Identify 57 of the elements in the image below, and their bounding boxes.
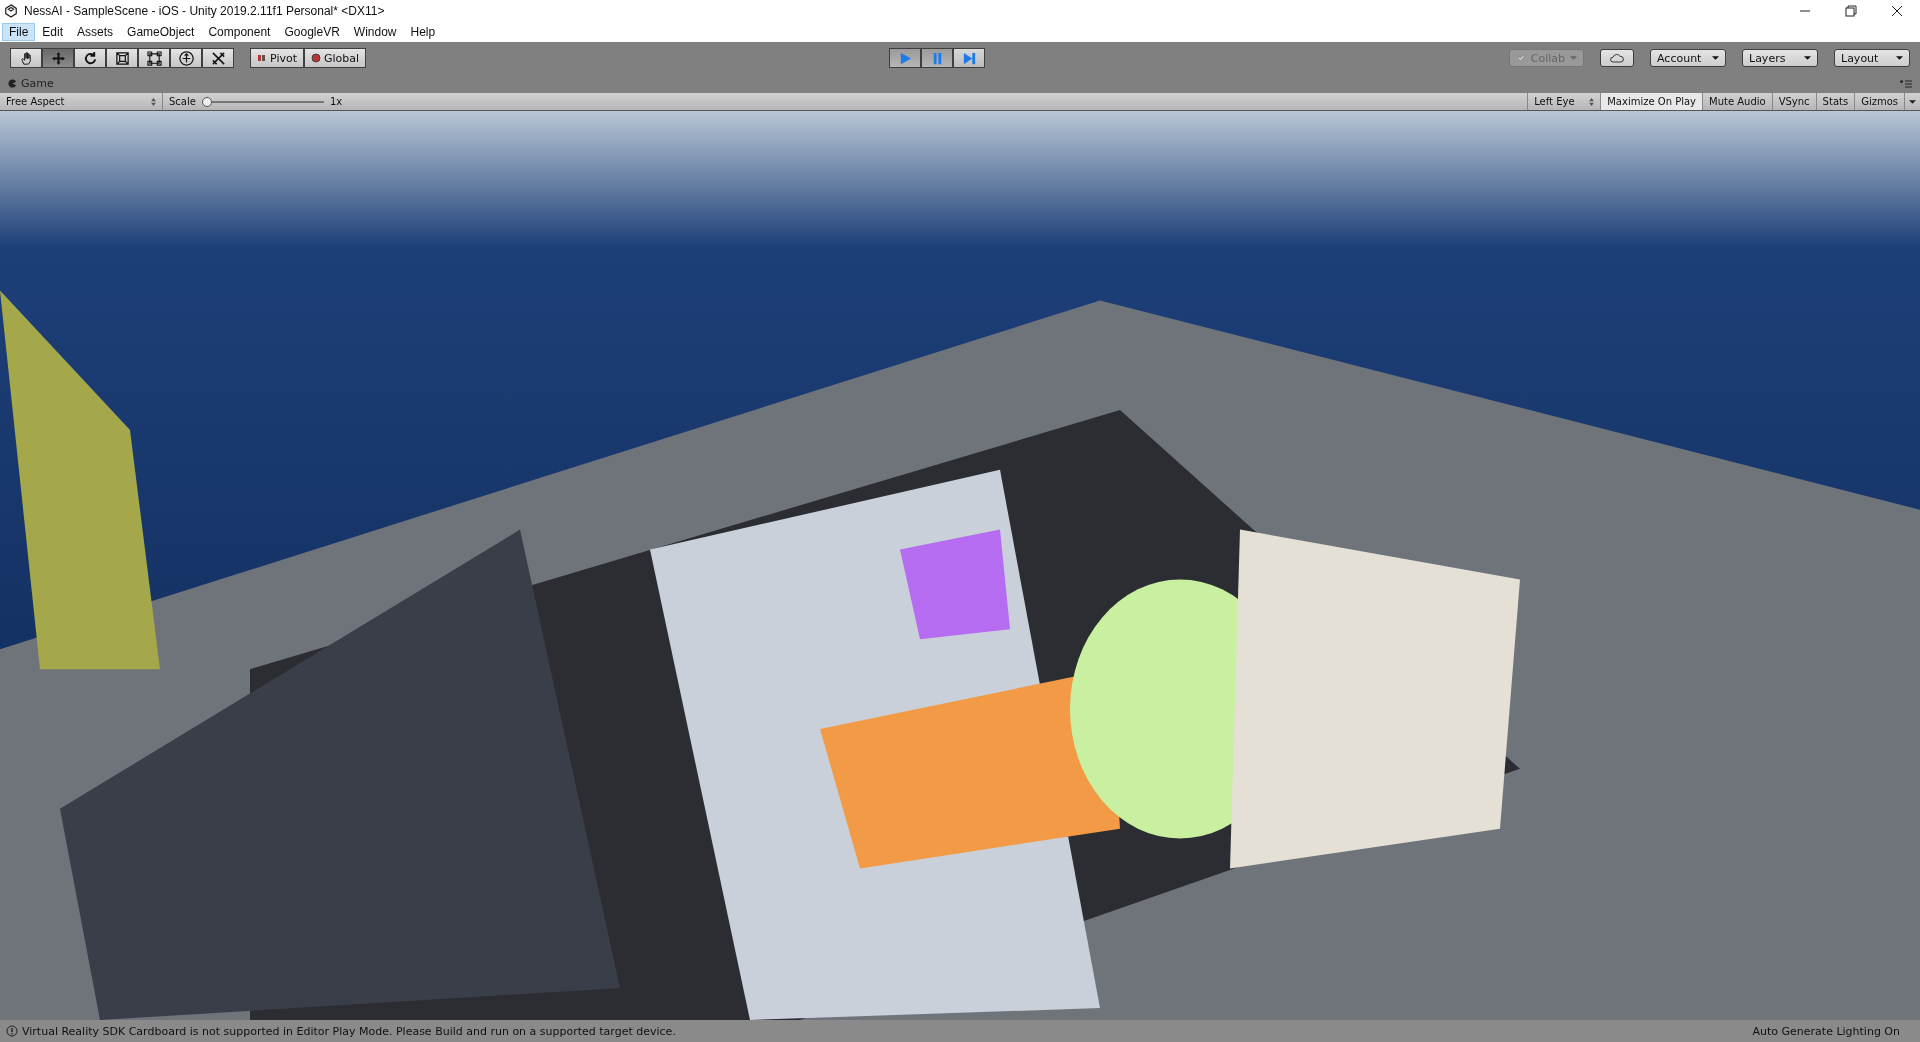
unity-logo-icon	[4, 4, 18, 18]
info-icon	[6, 1025, 18, 1037]
status-message: Virtual Reality SDK Cardboard is not supported in Editor Play Mode. Please Build and run on a supported target device.	[22, 1024, 676, 1038]
dropdown-button[interactable]: Layers	[1742, 49, 1818, 67]
scale-label: Scale	[168, 96, 197, 107]
menu-item[interactable]: Assets	[70, 23, 121, 41]
updown-icon	[1589, 97, 1595, 106]
move-tool-button[interactable]	[42, 48, 74, 68]
aspect-dropdown[interactable]: Free Aspect	[0, 93, 163, 110]
play-button[interactable]	[889, 48, 921, 68]
updown-icon	[151, 97, 156, 106]
toggle-button[interactable]: VSync	[1772, 93, 1817, 110]
menu-item[interactable]: Window	[346, 23, 404, 41]
dropdown-button[interactable]: Layout	[1834, 49, 1910, 67]
rotate-icon	[82, 50, 98, 66]
toggle-button[interactable]: Mute Audio	[1703, 93, 1773, 110]
toggle-button[interactable]: Maximize On Play	[1601, 93, 1703, 110]
rotate-tool-button[interactable]	[74, 48, 106, 68]
move-icon	[50, 50, 66, 66]
hand-tool-button[interactable]	[10, 48, 42, 68]
scale-icon	[114, 50, 130, 66]
menu-item[interactable]: GameObject	[120, 23, 202, 41]
step-button[interactable]	[953, 48, 985, 68]
pivot-icon	[257, 53, 267, 63]
rect-tool-button[interactable]	[138, 48, 170, 68]
transform-icon	[178, 50, 194, 66]
transform-tool-button[interactable]	[170, 48, 202, 68]
scale-tool-button[interactable]	[106, 48, 138, 68]
menu-item[interactable]: GoogleVR	[277, 23, 347, 41]
menu-item[interactable]: Edit	[35, 23, 71, 41]
lighting-status: Auto Generate Lighting On	[1752, 1024, 1900, 1038]
custom-icon	[210, 50, 226, 66]
step-icon	[961, 50, 977, 66]
caret-icon	[1570, 56, 1577, 60]
menu-item[interactable]: Component	[201, 23, 278, 41]
scale-slider[interactable]	[201, 95, 324, 108]
pause-button[interactable]	[921, 48, 953, 68]
menu-item[interactable]: Help	[403, 23, 443, 41]
custom-tool-button[interactable]	[202, 48, 234, 68]
pivot-button[interactable]: Pivot	[250, 48, 304, 68]
panel-menu-icon[interactable]	[1900, 79, 1912, 88]
cloud-icon	[1609, 53, 1625, 63]
game-tab[interactable]: Game	[8, 77, 54, 90]
rect-icon	[146, 50, 162, 66]
gizmos-dropdown[interactable]: Gizmos	[1855, 93, 1905, 110]
caret-icon	[1896, 56, 1903, 60]
hand-icon	[18, 50, 34, 66]
window-title: NessAI - SampleScene - iOS - Unity 2019.2.11f1 Personal* <DX11>	[24, 4, 385, 18]
slider-thumb[interactable]	[201, 96, 212, 107]
cloud-button[interactable]	[1600, 49, 1634, 67]
menu-item[interactable]: File	[2, 23, 36, 41]
caret-icon	[1712, 56, 1719, 60]
dropdown-button[interactable]: Account	[1650, 49, 1726, 67]
scale-reading: 1x	[328, 96, 344, 107]
global-button[interactable]: Global	[304, 48, 367, 68]
caret-icon	[1804, 56, 1811, 60]
toggle-button[interactable]: Stats	[1816, 93, 1856, 110]
